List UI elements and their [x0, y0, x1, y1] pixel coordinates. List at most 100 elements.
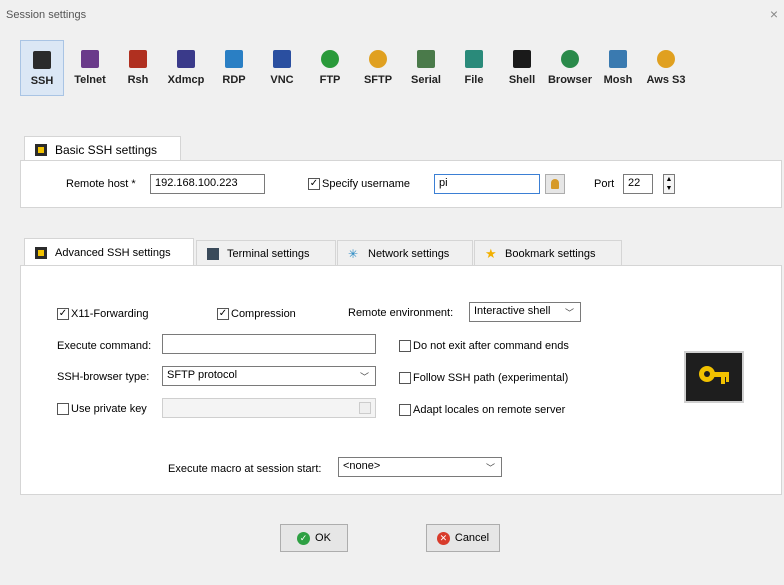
sftp-icon	[369, 50, 387, 68]
browse-file-icon	[359, 402, 371, 414]
terminal-icon	[207, 247, 219, 260]
protocol-rsh[interactable]: Rsh	[116, 40, 160, 96]
execute-command-label: Execute command:	[57, 340, 152, 352]
chevron-down-icon: ﹀	[564, 308, 574, 318]
protocol-vnc[interactable]: VNC	[260, 40, 304, 96]
remote-environment-value: Interactive shell	[474, 305, 551, 317]
tab-label: Terminal settings	[227, 247, 310, 260]
port-spinner[interactable]: ▲ ▼	[663, 174, 675, 194]
use-private-key-label: Use private key	[71, 403, 147, 415]
execute-macro-value: <none>	[343, 460, 381, 472]
x11-forwarding-label: X11-Forwarding	[71, 308, 149, 320]
tab-terminal-settings[interactable]: Terminal settings	[196, 240, 336, 266]
key-icon	[684, 351, 744, 403]
mosh-icon	[609, 50, 627, 68]
remote-host-input[interactable]: 192.168.100.223	[150, 174, 265, 194]
execute-macro-label: Execute macro at session start:	[168, 463, 322, 475]
username-input[interactable]: pi	[434, 174, 540, 194]
network-icon: ✳	[348, 246, 359, 261]
protocol-telnet[interactable]: Telnet	[68, 40, 112, 96]
vnc-icon	[273, 50, 291, 68]
specify-username-label: Specify username	[322, 178, 411, 190]
cancel-label: Cancel	[454, 532, 490, 544]
tab-bookmark-settings[interactable]: ★ Bookmark settings	[474, 240, 622, 266]
telnet-icon	[81, 50, 99, 68]
shell-icon	[513, 50, 531, 68]
specify-username-checkbox[interactable]: ✓	[308, 178, 320, 190]
protocol-ftp[interactable]: FTP	[308, 40, 352, 96]
protocol-label: VNC	[270, 74, 294, 86]
x11-forwarding-checkbox[interactable]: ✓	[57, 308, 69, 320]
protocol-label: Serial	[411, 74, 441, 86]
protocol-ssh[interactable]: SSH	[20, 40, 64, 96]
cancel-button[interactable]: ✕ Cancel	[426, 524, 500, 552]
check-icon: ✓	[297, 531, 311, 545]
protocol-bar: SSH Telnet Rsh Xdmcp RDP VNC FTP SFTP Serial File…	[20, 40, 692, 98]
protocol-label: RDP	[222, 74, 246, 86]
ok-button[interactable]: ✓ OK	[280, 524, 348, 552]
tab-label: Advanced SSH settings	[55, 246, 171, 259]
protocol-browser[interactable]: Browser	[548, 40, 592, 96]
protocol-label: SFTP	[363, 74, 393, 86]
ok-label: OK	[315, 532, 331, 544]
protocol-label: Mosh	[603, 74, 633, 86]
user-picker-icon[interactable]	[545, 174, 565, 194]
chevron-down-icon: ﹀	[359, 372, 369, 382]
protocol-mosh[interactable]: Mosh	[596, 40, 640, 96]
aws-s3-icon	[657, 50, 675, 68]
tab-label: Network settings	[368, 247, 450, 260]
compression-label: Compression	[231, 308, 296, 320]
ssh-browser-type-label: SSH-browser type:	[57, 371, 150, 383]
protocol-shell[interactable]: Shell	[500, 40, 544, 96]
window-title: Session settings	[6, 9, 87, 21]
follow-ssh-path-checkbox[interactable]	[399, 372, 411, 384]
ssh-browser-type-value: SFTP protocol	[167, 369, 238, 381]
remote-environment-select[interactable]: Interactive shell ﹀	[469, 302, 581, 322]
protocol-label: Xdmcp	[167, 74, 205, 86]
protocol-aws-s3[interactable]: Aws S3	[644, 40, 688, 96]
xdmcp-icon	[177, 50, 195, 68]
ssh-icon	[33, 51, 51, 69]
protocol-rdp[interactable]: RDP	[212, 40, 256, 96]
remote-host-label: Remote host *	[66, 178, 136, 190]
adapt-locales-label: Adapt locales on remote server	[413, 404, 566, 416]
protocol-label: Rsh	[127, 74, 149, 86]
adapt-locales-checkbox[interactable]	[399, 404, 411, 416]
protocol-label: Browser	[547, 74, 593, 86]
protocol-label: SSH	[30, 75, 54, 87]
close-icon[interactable]: ×	[770, 6, 778, 22]
do-not-exit-checkbox[interactable]	[399, 340, 411, 352]
cancel-icon: ✕	[436, 531, 450, 545]
ssh-browser-type-select[interactable]: SFTP protocol ﹀	[162, 366, 376, 386]
remote-environment-label: Remote environment:	[348, 307, 454, 319]
session-settings-dialog: Session settings × SSH Telnet Rsh Xdmcp RDP V…	[0, 0, 784, 585]
protocol-xdmcp[interactable]: Xdmcp	[164, 40, 208, 96]
private-key-input	[162, 398, 376, 418]
ftp-icon	[321, 50, 339, 68]
protocol-sftp[interactable]: SFTP	[356, 40, 400, 96]
protocol-serial[interactable]: Serial	[404, 40, 448, 96]
rdp-icon	[225, 50, 243, 68]
compression-checkbox[interactable]: ✓	[217, 308, 229, 320]
do-not-exit-label: Do not exit after command ends	[413, 340, 569, 352]
chevron-down-icon: ﹀	[485, 463, 495, 473]
star-icon: ★	[485, 245, 497, 261]
port-label: Port	[594, 178, 615, 190]
protocol-label: Telnet	[74, 74, 106, 86]
serial-icon	[417, 50, 435, 68]
tab-basic-ssh-settings[interactable]: Basic SSH settings	[24, 136, 181, 162]
tab-network-settings[interactable]: ✳ Network settings	[337, 240, 473, 266]
file-icon	[465, 50, 483, 68]
tab-advanced-ssh-settings[interactable]: Advanced SSH settings	[24, 238, 194, 266]
use-private-key-checkbox[interactable]	[57, 403, 69, 415]
execute-macro-select[interactable]: <none> ﹀	[338, 457, 502, 477]
tab-label: Bookmark settings	[505, 247, 596, 260]
protocol-label: FTP	[319, 74, 341, 86]
ssh-icon	[35, 246, 47, 259]
follow-ssh-path-label: Follow SSH path (experimental)	[413, 372, 569, 384]
execute-command-input[interactable]	[162, 334, 376, 354]
port-input[interactable]: 22	[623, 174, 653, 194]
protocol-label: File	[464, 74, 484, 86]
protocol-file[interactable]: File	[452, 40, 496, 96]
ssh-icon	[35, 143, 47, 156]
